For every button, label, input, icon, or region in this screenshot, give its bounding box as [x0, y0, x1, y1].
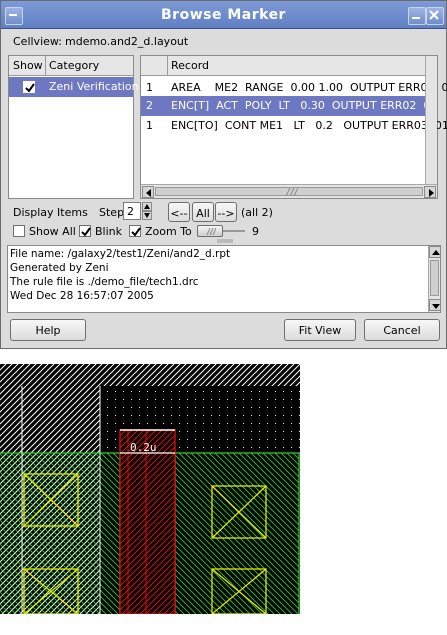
scroll-right-button[interactable]	[424, 186, 436, 198]
minimize-button[interactable]	[408, 7, 426, 25]
menu-icon	[9, 14, 17, 16]
record-number: 1	[146, 119, 153, 132]
record-text: ENC[TO] CONT ME1 LT 0.2 OUTPUT ERR03 01	[171, 119, 447, 132]
scroll-thumb[interactable]	[430, 260, 439, 296]
category-row-zeni[interactable]: Zeni Verification	[9, 77, 139, 97]
checkmark-icon	[131, 227, 141, 237]
layout-view-canvas[interactable]: 0.2u	[0, 364, 300, 614]
record-horizontal-scrollbar[interactable]	[141, 184, 437, 198]
blink-label: Blink	[95, 225, 123, 238]
cancel-button[interactable]: Cancel	[364, 319, 440, 341]
zoom-slider-handle[interactable]	[197, 225, 223, 237]
scroll-left-button[interactable]	[142, 186, 154, 198]
record-column-header[interactable]: Record	[171, 59, 209, 72]
zoom-slider[interactable]	[197, 225, 245, 237]
category-list[interactable]: Show Category Zeni Verification	[8, 55, 139, 199]
count-label: (all 2)	[241, 206, 273, 219]
checkmark-icon	[25, 83, 35, 93]
category-label: Zeni Verification	[49, 80, 139, 93]
display-items-label: Display Items	[13, 206, 88, 219]
category-column-header[interactable]: Category	[49, 59, 99, 72]
measure-label: 0.2u	[130, 441, 157, 454]
arrow-right-icon	[429, 189, 434, 197]
info-line: File name: /galaxy2/test1/Zeni/and2_d.rp…	[10, 248, 231, 260]
next-button[interactable]: -->	[215, 202, 237, 222]
help-button[interactable]: Help	[10, 319, 86, 341]
step-input[interactable]: 2	[123, 202, 141, 220]
show-column-header[interactable]: Show	[13, 59, 43, 72]
info-line: Generated by Zeni	[10, 262, 109, 274]
cellview-label: Cellview:	[13, 35, 62, 48]
zoom-to-label: Zoom To	[145, 225, 192, 238]
arrow-down-icon	[144, 213, 150, 218]
step-spinner[interactable]	[142, 202, 152, 220]
record-text: AREA ME2 RANGE 0.00 1.00 OUTPUT ERR01 01	[171, 81, 447, 94]
previous-button[interactable]: <--	[168, 202, 190, 222]
arrow-up-icon	[432, 250, 440, 255]
info-vertical-scrollbar[interactable]	[428, 246, 441, 312]
record-vertical-scrollbar[interactable]	[425, 56, 437, 184]
checkmark-icon	[81, 227, 91, 237]
arrow-left-icon	[146, 189, 151, 197]
active-region-left[interactable]	[0, 453, 120, 614]
grip-icon	[285, 188, 298, 196]
arrow-down-icon	[432, 304, 440, 309]
zoom-value: 9	[252, 225, 259, 238]
category-show-checkbox[interactable]	[23, 81, 35, 93]
zoom-to-checkbox[interactable]	[129, 225, 141, 237]
show-all-checkbox[interactable]	[13, 225, 25, 237]
fit-view-button[interactable]: Fit View	[284, 319, 356, 341]
splitter-grip-icon[interactable]	[217, 239, 233, 243]
minimize-icon	[412, 17, 420, 19]
step-down-button[interactable]	[142, 211, 152, 220]
window-title: Browse Marker	[161, 7, 286, 23]
step-up-button[interactable]	[142, 202, 152, 211]
record-list-header: Record	[141, 56, 425, 76]
arrow-up-icon	[144, 204, 150, 209]
report-info-text[interactable]: File name: /galaxy2/test1/Zeni/and2_d.rp…	[7, 245, 441, 313]
window-menu-button[interactable]	[5, 7, 23, 25]
close-button[interactable]	[426, 7, 444, 25]
info-line: The rule file is ./demo_file/tech1.drc	[10, 276, 199, 288]
title-bar[interactable]: Browse Marker	[1, 1, 446, 29]
grip-icon	[206, 228, 216, 235]
scroll-thumb[interactable]	[155, 187, 423, 196]
browse-marker-window: Browse Marker Cellview: mdemo.and2_d.lay…	[0, 0, 447, 349]
record-row[interactable]: 1 AREA ME2 RANGE 0.00 1.00 OUTPUT ERR01 …	[141, 78, 447, 98]
category-list-header: Show Category	[9, 56, 133, 76]
scroll-up-button[interactable]	[429, 246, 441, 258]
info-line: Wed Dec 28 16:57:07 2005	[10, 290, 154, 302]
record-number: 2	[146, 99, 153, 112]
cellview-value: mdemo.and2_d.layout	[65, 35, 189, 48]
record-text: ENC[T] ACT POLY LT 0.30 OUTPUT ERR02 01	[171, 99, 438, 112]
record-list[interactable]: Record 1 AREA ME2 RANGE 0.00 1.00 OUTPUT…	[140, 55, 447, 199]
record-number: 1	[146, 81, 153, 94]
blink-checkbox[interactable]	[79, 225, 91, 237]
step-label: Step	[99, 206, 125, 219]
record-row[interactable]: 1 ENC[TO] CONT ME1 LT 0.2 OUTPUT ERR03 0…	[141, 116, 447, 136]
scroll-down-button[interactable]	[429, 299, 441, 311]
close-icon	[429, 10, 439, 20]
metal-region[interactable]	[0, 364, 300, 386]
record-row-selected[interactable]: 2 ENC[T] ACT POLY LT 0.30 OUTPUT ERR02 0…	[141, 96, 437, 116]
all-button[interactable]: All	[192, 202, 214, 222]
show-all-label: Show All	[29, 225, 76, 238]
